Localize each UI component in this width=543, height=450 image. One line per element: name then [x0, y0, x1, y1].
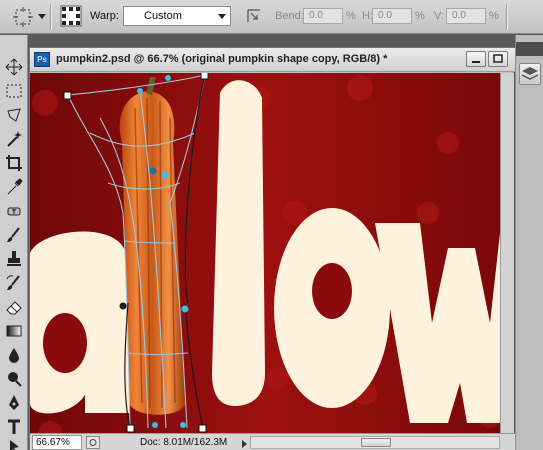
bend-field[interactable]: 0.0	[303, 8, 343, 24]
v-label: V:	[434, 10, 444, 22]
chevron-down-icon	[218, 14, 226, 19]
v-unit: %	[489, 10, 499, 22]
bend-label: Bend:	[275, 10, 304, 22]
layers-panel-icon[interactable]	[519, 63, 541, 85]
horizontal-scrollbar[interactable]	[250, 436, 500, 449]
tool-preset-caret[interactable]	[38, 14, 46, 19]
crop-tool-icon[interactable]	[4, 153, 24, 173]
document-tab[interactable]: Ps pumpkin2.psd @ 66.7% (original pumpki…	[30, 48, 515, 72]
photoshop-icon: Ps	[34, 52, 50, 67]
bend-unit: %	[346, 10, 356, 22]
zoom-field[interactable]: 66.67%	[32, 435, 82, 450]
document-size-info: Doc: 8.01M/162.3M	[140, 437, 228, 448]
clone-stamp-icon[interactable]	[4, 249, 24, 269]
status-bar: 66.67% Doc: 8.01M/162.3M	[30, 433, 515, 450]
divider	[506, 4, 507, 30]
eraser-icon[interactable]	[4, 297, 24, 317]
healing-brush-icon[interactable]	[4, 201, 24, 221]
tools-panel	[0, 35, 28, 450]
tool-preset-icon[interactable]	[12, 6, 34, 28]
scrollbar-thumb[interactable]	[361, 438, 391, 447]
move-tool-icon[interactable]	[4, 57, 24, 77]
history-brush-icon[interactable]	[4, 273, 24, 293]
document-window: Ps pumpkin2.psd @ 66.7% (original pumpki…	[29, 47, 515, 450]
divider	[50, 4, 51, 30]
warp-label: Warp:	[90, 10, 119, 22]
pen-tool-icon[interactable]	[4, 393, 24, 413]
warp-style-value: Custom	[144, 10, 182, 22]
type-tool-icon[interactable]	[4, 417, 24, 437]
brush-tool-icon[interactable]	[4, 225, 24, 245]
blur-tool-icon[interactable]	[4, 345, 24, 365]
status-menu-arrow-icon[interactable]	[242, 440, 247, 448]
dodge-tool-icon[interactable]	[4, 369, 24, 389]
eyedropper-icon[interactable]	[4, 177, 24, 197]
panel-dock	[515, 35, 543, 450]
restore-button[interactable]	[488, 51, 508, 67]
magic-wand-icon[interactable]	[4, 129, 24, 149]
panel-dock-header[interactable]	[516, 42, 543, 56]
options-bar: Warp: Custom Bend: 0.0 % H: 0.0 % V: 0.0…	[0, 0, 543, 34]
minimize-button[interactable]	[466, 51, 486, 67]
vertical-scrollbar[interactable]	[500, 73, 514, 433]
lasso-tool-icon[interactable]	[4, 105, 24, 125]
h-distortion-field[interactable]: 0.0	[372, 8, 412, 24]
document-title: pumpkin2.psd @ 66.7% (original pumpkin s…	[56, 53, 388, 65]
v-distortion-field[interactable]: 0.0	[446, 8, 486, 24]
status-icon[interactable]	[86, 436, 100, 449]
change-orientation-icon[interactable]	[245, 7, 263, 25]
image-canvas[interactable]	[30, 73, 500, 433]
h-unit: %	[415, 10, 425, 22]
warp-style-select[interactable]: Custom	[123, 6, 231, 26]
gradient-tool-icon[interactable]	[4, 321, 24, 341]
marquee-tool-icon[interactable]	[4, 81, 24, 101]
warp-grid-icon[interactable]	[60, 5, 82, 27]
path-selection-icon[interactable]	[4, 437, 24, 450]
